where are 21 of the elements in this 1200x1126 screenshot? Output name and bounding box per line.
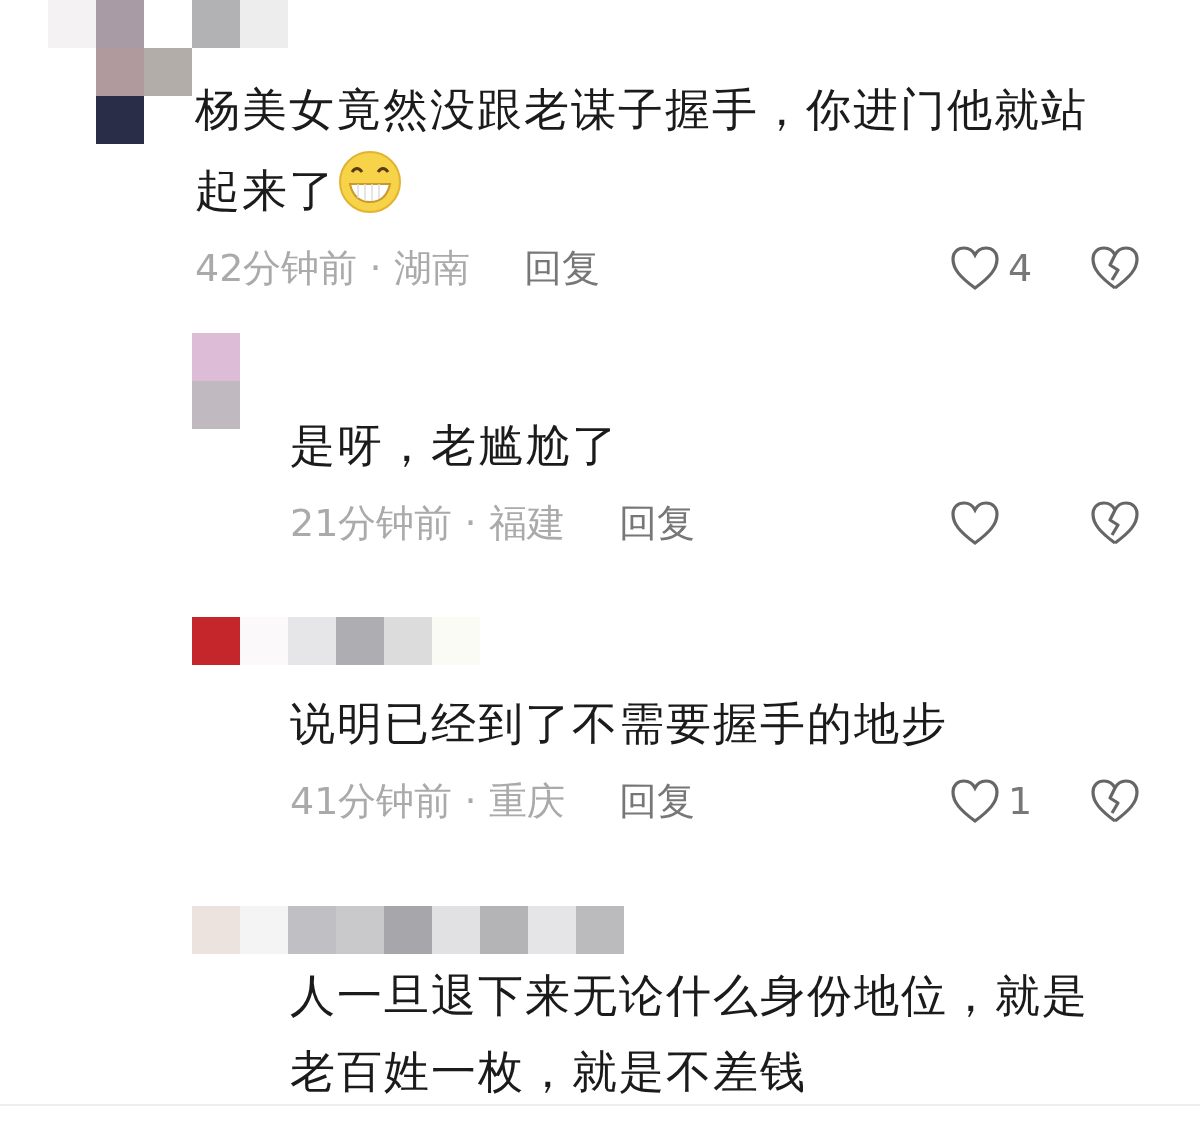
comment-text: 人一旦退下来无论什么身份地位，就是 [290, 968, 1090, 1024]
reply-button[interactable]: 回复 [618, 497, 695, 549]
comment-text: 说明已经到了不需要握手的地步 [290, 696, 949, 752]
like-count: 1 [1008, 779, 1033, 823]
comment-time-location: 41分钟前 · 重庆 [290, 777, 565, 825]
grinning-emoji-icon [338, 150, 402, 214]
comment-text: 起来了 [195, 150, 1200, 231]
comment-text: 杨美女竟然没跟老谋子握手，你进门他就站 [195, 82, 1089, 138]
comment-time-location: 42分钟前 · 湖南 [195, 244, 470, 292]
comment-text: 老百姓一枚，就是不差钱 [290, 1044, 808, 1100]
heart-icon[interactable] [950, 778, 1000, 824]
reply-button[interactable]: 回复 [523, 242, 600, 294]
comment-text: 是呀，老尴尬了 [290, 418, 620, 474]
broken-heart-icon[interactable] [1090, 778, 1140, 824]
reply-button[interactable]: 回复 [618, 775, 695, 827]
comment-time-location: 21分钟前 · 福建 [290, 499, 565, 547]
heart-icon[interactable] [950, 500, 1000, 546]
broken-heart-icon[interactable] [1090, 500, 1140, 546]
heart-icon[interactable] [950, 245, 1000, 291]
like-count: 4 [1008, 246, 1033, 290]
broken-heart-icon[interactable] [1090, 245, 1140, 291]
